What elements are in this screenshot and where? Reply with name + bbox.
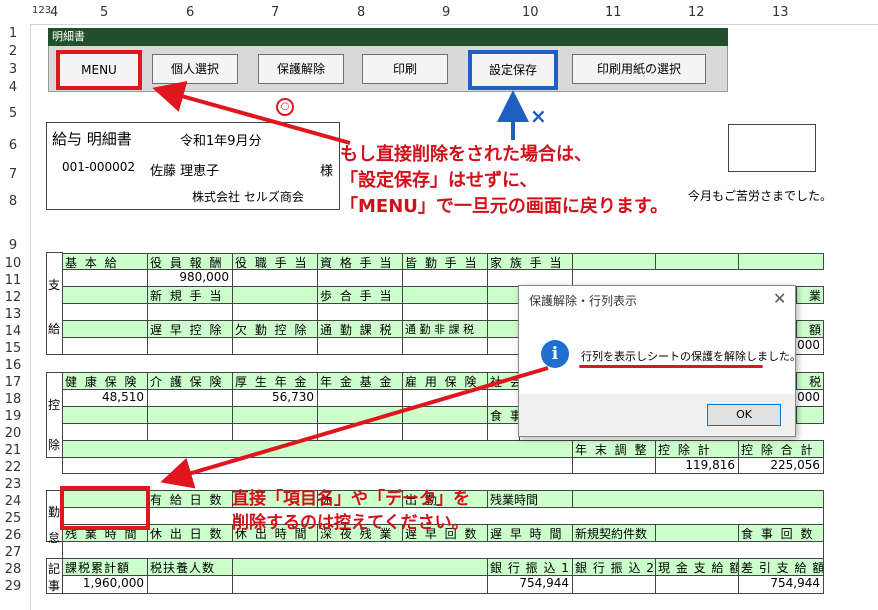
arrow-to-menu <box>152 81 351 145</box>
note1-line3: 「MENU」で一旦元の画面に戻ります。 <box>340 196 669 217</box>
circle-mark: ○ <box>276 98 294 116</box>
cross-mark: × <box>530 104 547 128</box>
note1-line2: 「設定保存」はせずに、 <box>340 170 538 191</box>
note2-line1: 直接「項目名」や「データ」を <box>232 489 470 509</box>
note1-line1: もし直接削除をされた場合は、 <box>340 144 592 165</box>
note2-line2: 削除するのは控えてください。 <box>232 513 469 533</box>
arrow-to-cell <box>160 366 549 489</box>
